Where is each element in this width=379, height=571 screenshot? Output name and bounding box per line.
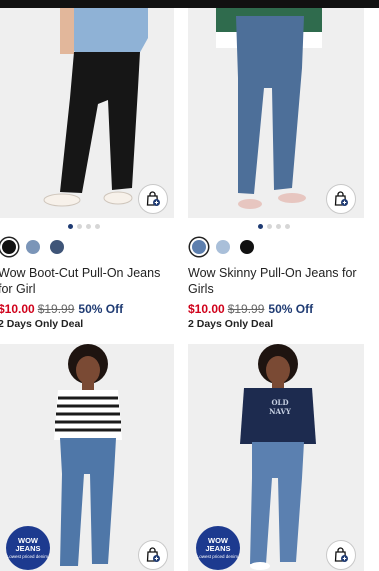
shopping-bag-add-icon: [334, 191, 348, 206]
add-to-bag-button[interactable]: [326, 540, 356, 570]
carousel-dot[interactable]: [86, 224, 91, 229]
shopping-bag-add-icon: [146, 547, 160, 562]
wow-jeans-badge: WOW JEANS Lowest priced denim.: [196, 526, 240, 570]
original-price: $19.99: [37, 302, 75, 316]
product-image[interactable]: [188, 8, 364, 218]
sweater-print: OLD NAVY: [269, 398, 291, 416]
price-row: $10.00 $19.99 50% Off: [188, 302, 313, 316]
discount-label: 50% Off: [268, 302, 314, 316]
shopping-bag-add-icon: [146, 191, 160, 206]
carousel-dot[interactable]: [285, 224, 290, 229]
sale-price: $10.00: [0, 302, 35, 316]
deal-label: 2 Days Only Deal: [188, 318, 274, 330]
wow-jeans-badge: WOW JEANS Lowest priced denim.: [6, 526, 50, 570]
price-row: $10.00 $19.99 50% Off: [0, 302, 123, 316]
product-name[interactable]: Wow Skinny Pull-On Jeans for Girls: [188, 265, 364, 297]
product-image[interactable]: WOW JEANS Lowest priced denim.: [0, 344, 174, 571]
product-name[interactable]: Wow Boot-Cut Pull-On Jeans for Girl: [0, 265, 174, 297]
add-to-bag-button[interactable]: [138, 540, 168, 570]
image-carousel-dots[interactable]: [258, 224, 290, 229]
deal-label: 2 Days Only Deal: [0, 318, 84, 330]
add-to-bag-button[interactable]: [326, 184, 356, 214]
color-swatches: [2, 240, 64, 254]
color-swatch[interactable]: [26, 240, 40, 254]
top-bar: [0, 0, 379, 8]
color-swatch[interactable]: [192, 240, 206, 254]
badge-line-3: Lowest priced denim.: [196, 554, 240, 559]
shopping-bag-add-icon: [334, 547, 348, 562]
badge-line-2: JEANS: [205, 544, 231, 553]
badge-line-3: Lowest priced denim.: [6, 554, 50, 559]
color-swatch[interactable]: [240, 240, 254, 254]
carousel-dot[interactable]: [276, 224, 281, 229]
product-image[interactable]: OLD NAVY WOW JEANS Lowest priced denim.: [188, 344, 364, 571]
carousel-dot[interactable]: [267, 224, 272, 229]
badge-line-2: JEANS: [15, 544, 41, 553]
color-swatch[interactable]: [50, 240, 64, 254]
carousel-dot[interactable]: [258, 224, 263, 229]
original-price: $19.99: [227, 302, 265, 316]
carousel-dot[interactable]: [77, 224, 82, 229]
carousel-dot[interactable]: [68, 224, 73, 229]
color-swatch[interactable]: [2, 240, 16, 254]
product-image[interactable]: [0, 8, 174, 218]
sale-price: $10.00: [188, 302, 225, 316]
discount-label: 50% Off: [78, 302, 124, 316]
add-to-bag-button[interactable]: [138, 184, 168, 214]
carousel-dot[interactable]: [95, 224, 100, 229]
color-swatch[interactable]: [216, 240, 230, 254]
image-carousel-dots[interactable]: [68, 224, 100, 229]
color-swatches: [192, 240, 254, 254]
